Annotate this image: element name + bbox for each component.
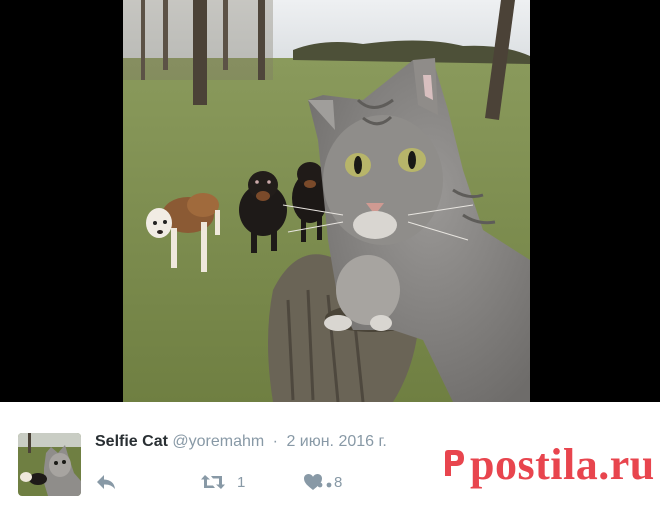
retweet-icon — [200, 473, 226, 491]
avatar[interactable] — [18, 433, 81, 496]
avatar-image — [18, 433, 81, 496]
retweet-count: 1 — [237, 473, 246, 491]
watermark: postila.ru — [440, 443, 655, 487]
separator: · — [272, 433, 278, 450]
selfie-cat-image — [123, 0, 530, 402]
watermark-logo-icon — [440, 448, 466, 483]
handle[interactable]: @yoremahm — [172, 433, 264, 450]
watermark-text: postila.ru — [470, 440, 655, 489]
reply-button[interactable] — [95, 470, 117, 494]
tweet-meta: Selfie Cat @yoremahm · 2 июн. 2016 г. — [95, 433, 387, 451]
more-dots-icon — [308, 475, 332, 492]
retweet-button[interactable]: 1 — [200, 470, 245, 494]
tweet-photo[interactable] — [123, 0, 530, 402]
tweet-bar: Selfie Cat @yoremahm · 2 июн. 2016 г. 1 … — [0, 402, 660, 509]
like-count: 8 — [334, 473, 343, 491]
more-button[interactable] — [308, 475, 332, 493]
photo-background — [0, 0, 660, 402]
tweet-date[interactable]: 2 июн. 2016 г. — [286, 433, 386, 450]
display-name[interactable]: Selfie Cat — [95, 433, 168, 450]
reply-arrow-icon — [95, 473, 117, 491]
